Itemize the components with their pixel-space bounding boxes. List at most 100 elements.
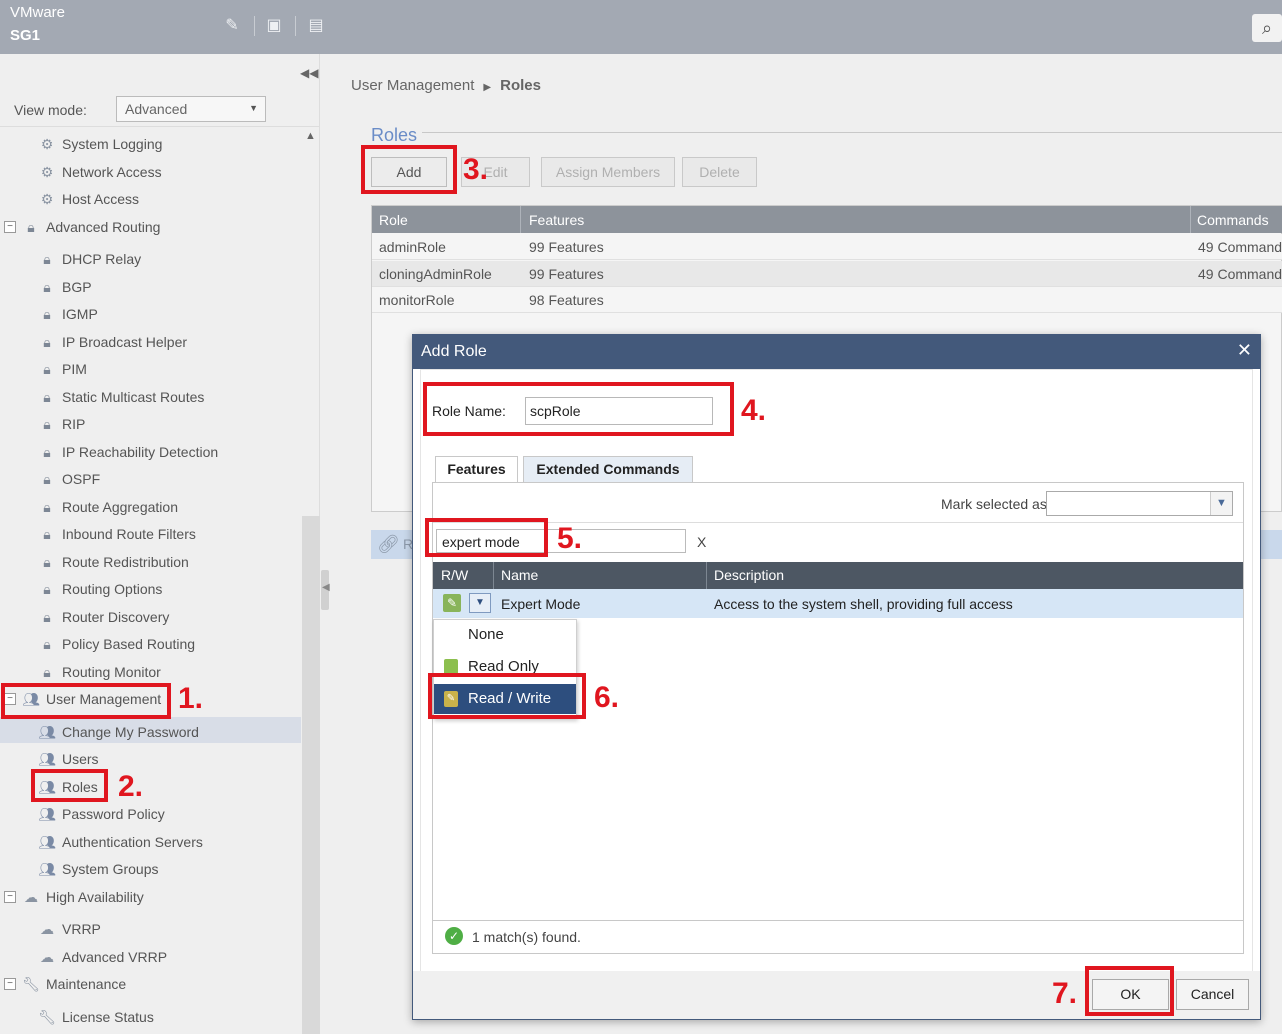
breadcrumb: User Management ▶ Roles	[351, 77, 541, 94]
lock-icon: 🔒︎	[43, 581, 51, 597]
gear-icon: ⚙	[40, 164, 54, 180]
sidebar-group-advanced-routing[interactable]: − 🔒︎ Advanced Routing	[4, 216, 160, 238]
column-header-name[interactable]: Name	[501, 567, 538, 583]
sidebar-item-license-status[interactable]: 🔧︎ License Status	[38, 1006, 154, 1028]
chevron-down-icon[interactable]: ▼	[469, 593, 491, 613]
scroll-up-icon[interactable]: ▲	[305, 130, 316, 142]
sidebar-item-pim[interactable]: 🔒︎ PIM	[38, 358, 87, 380]
sidebar-item-users[interactable]: 👥︎ Users	[38, 748, 98, 770]
sidebar-scrollbar[interactable]	[302, 516, 320, 1034]
top-bar: VMware SG1 ✎ ▣ ▤ ⌕	[0, 0, 1282, 54]
sidebar-item-vrrp[interactable]: ☁ VRRP	[38, 918, 101, 940]
view-mode-select[interactable]: Advanced ▼	[116, 96, 266, 122]
column-header-features[interactable]: Features	[529, 212, 584, 228]
mark-selected-select[interactable]: ▼	[1046, 491, 1233, 516]
collapse-tree-icon[interactable]: −	[4, 978, 16, 990]
sidebar-item-label: Host Access	[62, 191, 140, 207]
sidebar-item-routing-options[interactable]: 🔒︎ Routing Options	[38, 578, 162, 600]
status-divider	[433, 920, 1243, 921]
sidebar-item-label: Route Aggregation	[62, 499, 178, 515]
sidebar-item-advanced-vrrp[interactable]: ☁ Advanced VRRP	[38, 946, 167, 968]
clear-filter-button[interactable]: X	[697, 534, 706, 550]
wrench-icon: 🔧︎	[38, 1009, 56, 1025]
sidebar-item-label: IP Broadcast Helper	[62, 334, 188, 350]
search-icon[interactable]: ⌕	[1252, 14, 1282, 42]
delete-button[interactable]: Delete	[682, 157, 757, 187]
sidebar-item-label: Maintenance	[46, 976, 127, 992]
sidebar-item-rip[interactable]: 🔒︎ RIP	[38, 413, 85, 435]
tab-extended-commands[interactable]: Extended Commands	[523, 456, 693, 482]
close-icon[interactable]: ✕	[1237, 340, 1252, 361]
sidebar-item-system-logging[interactable]: ⚙ System Logging	[38, 133, 163, 155]
link-icon: 🔗︎	[377, 534, 400, 554]
vendor-label: VMware	[10, 4, 66, 21]
users-icon: 👥︎	[38, 806, 56, 822]
column-header-description[interactable]: Description	[714, 567, 784, 583]
sidebar-item-host-access[interactable]: ⚙ Host Access	[38, 188, 139, 210]
annotation-box	[31, 769, 108, 802]
terminal-icon[interactable]: ▣	[264, 16, 284, 36]
assign-members-button[interactable]: Assign Members	[541, 157, 675, 187]
sidebar-item-ip-reachability-detection[interactable]: 🔒︎ IP Reachability Detection	[38, 441, 218, 463]
filter-divider	[433, 522, 1243, 523]
column-header-commands[interactable]: Commands	[1197, 212, 1269, 228]
sidebar-item-dhcp-relay[interactable]: 🔒︎ DHCP Relay	[38, 248, 141, 270]
sidebar-item-route-aggregation[interactable]: 🔒︎ Route Aggregation	[38, 496, 178, 518]
sidebar-item-label: High Availability	[46, 889, 144, 905]
table-row[interactable]: adminRole 99 Features 49 Command	[372, 234, 1282, 260]
cancel-button[interactable]: Cancel	[1176, 979, 1249, 1010]
column-header-role[interactable]: Role	[379, 212, 408, 228]
table-row[interactable]: cloningAdminRole 99 Features 49 Command	[372, 261, 1282, 287]
sidebar-item-static-multicast-routes[interactable]: 🔒︎ Static Multicast Routes	[38, 386, 204, 408]
sidebar-item-label: Inbound Route Filters	[62, 526, 196, 542]
sidebar-item-ospf[interactable]: 🔒︎ OSPF	[38, 468, 100, 490]
collapse-tree-icon[interactable]: −	[4, 221, 16, 233]
pencil-icon[interactable]: ✎	[222, 16, 242, 36]
sidebar-item-label: Static Multicast Routes	[62, 389, 205, 405]
annotation-box	[428, 673, 586, 719]
annotation-number: 7.	[1052, 977, 1078, 1010]
annotation-number: 5.	[557, 522, 583, 555]
pane-splitter[interactable]: ◀	[321, 570, 330, 610]
sidebar-item-policy-based-routing[interactable]: 🔒︎ Policy Based Routing	[38, 633, 195, 655]
lock-icon: 🔒︎	[43, 389, 51, 405]
sidebar-item-label: IGMP	[62, 306, 98, 322]
sidebar-item-inbound-route-filters[interactable]: 🔒︎ Inbound Route Filters	[38, 523, 196, 545]
document-icon[interactable]: ▤	[306, 16, 326, 36]
sidebar-item-label: Route Redistribution	[62, 554, 189, 570]
sidebar-item-authentication-servers[interactable]: 👥︎ Authentication Servers	[38, 831, 203, 853]
sidebar-item-label: Advanced VRRP	[62, 949, 168, 965]
sidebar-item-bgp[interactable]: 🔒︎ BGP	[38, 276, 91, 298]
sidebar-item-routing-monitor[interactable]: 🔒︎ Routing Monitor	[38, 661, 161, 683]
dialog-title-bar[interactable]: Add Role ✕	[413, 335, 1260, 369]
column-header-rw[interactable]: R/W	[441, 567, 468, 583]
sidebar-item-network-access[interactable]: ⚙ Network Access	[38, 161, 162, 183]
read-write-icon: ✎	[443, 594, 461, 612]
chevron-down-icon[interactable]: ▼	[1210, 492, 1232, 515]
sidebar-item-ip-broadcast-helper[interactable]: 🔒︎ IP Broadcast Helper	[38, 331, 187, 353]
lock-icon: 🔒︎	[43, 334, 51, 350]
status-text: 1 match(s) found.	[472, 929, 581, 945]
collapse-sidebar-icon[interactable]: ◀◀	[300, 66, 318, 80]
table-row[interactable]: ✎ ▼ Expert Mode Access to the system she…	[433, 589, 1243, 618]
lock-icon: 🔒︎	[43, 251, 51, 267]
sidebar-item-system-groups[interactable]: 👥︎ System Groups	[38, 858, 158, 880]
lock-icon: 🔒︎	[43, 279, 51, 295]
lock-icon: 🔒︎	[43, 636, 51, 652]
sidebar-item-password-policy[interactable]: 👥︎ Password Policy	[38, 803, 165, 825]
menu-item-none[interactable]: None	[434, 620, 576, 650]
sidebar-item-igmp[interactable]: 🔒︎ IGMP	[38, 303, 98, 325]
breadcrumb-parent[interactable]: User Management	[351, 77, 474, 94]
collapse-tree-icon[interactable]: −	[4, 891, 16, 903]
sidebar-group-maintenance[interactable]: − 🔧︎ Maintenance	[4, 973, 126, 995]
features-cell: 99 Features	[529, 239, 604, 255]
sidebar-item-route-redistribution[interactable]: 🔒︎ Route Redistribution	[38, 551, 189, 573]
tab-features[interactable]: Features	[435, 456, 518, 482]
sidebar-item-change-my-password[interactable]: 👥︎ Change My Password	[38, 721, 199, 743]
table-row[interactable]: monitorRole 98 Features	[372, 287, 1282, 313]
role-cell: cloningAdminRole	[379, 266, 492, 282]
sidebar-item-label: VRRP	[62, 921, 101, 937]
sidebar-item-router-discovery[interactable]: 🔒︎ Router Discovery	[38, 606, 169, 628]
sidebar-group-high-availability[interactable]: − ☁ High Availability	[4, 886, 144, 908]
commands-cell: 49 Command	[1198, 266, 1282, 282]
